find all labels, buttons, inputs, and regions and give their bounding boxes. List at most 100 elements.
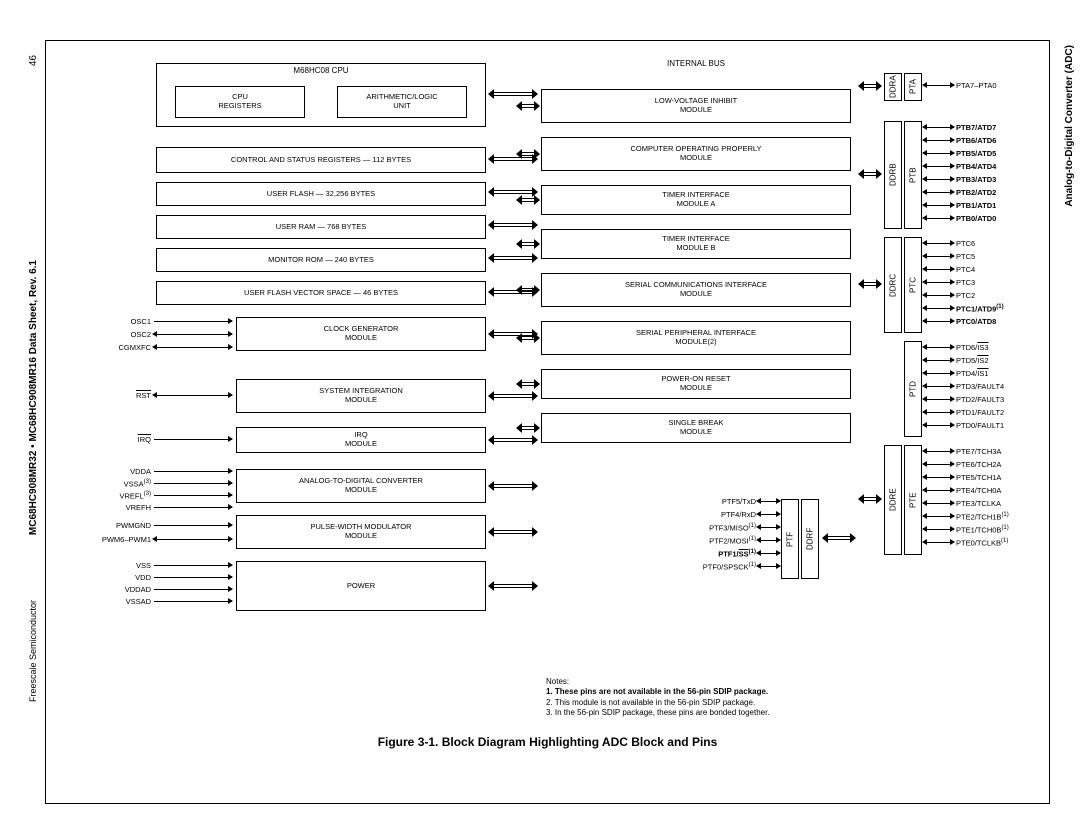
pin-vssa(3): VSSA(3) (101, 479, 151, 489)
arrowhead-icon (950, 344, 955, 350)
port-pin: PTE6/TCH2A (956, 460, 1001, 469)
note-2: 2. This module is not available in the 5… (546, 698, 770, 708)
arrowhead-icon (950, 422, 955, 428)
port-pin: PTC3 (956, 278, 975, 287)
arrowhead-icon (922, 279, 927, 285)
ptf-pin: PTF5/TxD (676, 497, 756, 506)
arrowhead-icon (950, 513, 955, 519)
pin-pwmgnd: PWMGND (101, 521, 151, 530)
arrowhead-icon (228, 331, 233, 337)
note-1: 1. These pins are not available in the 5… (546, 687, 770, 697)
user-ram-block: USER RAM — 768 BYTES (156, 215, 486, 239)
port-pin: PTB7/ATD7 (956, 123, 996, 132)
port-pin: PTD1/FAULT2 (956, 408, 1004, 417)
bus-conn-pte (858, 494, 882, 504)
arrowhead-icon (950, 396, 955, 402)
ddrf-box: DDRF (801, 499, 819, 579)
port-pin: PTB4/ATD4 (956, 162, 996, 171)
pin-arrow (154, 565, 232, 566)
arrowhead-icon (228, 522, 233, 528)
port-pin: PTB0/ATD0 (956, 214, 996, 223)
arrowhead-icon (950, 500, 955, 506)
arrowhead-icon (922, 357, 927, 363)
arrowhead-icon (950, 279, 955, 285)
bus-connector (516, 333, 540, 343)
pin-arrow (154, 539, 232, 540)
arrowhead-icon (950, 163, 955, 169)
arrowhead-icon (922, 189, 927, 195)
ptb-box: PTB (904, 121, 922, 229)
irq-module-block: IRQMODULE (236, 427, 486, 453)
ptf-pin: PTF3/MISO(1) (676, 523, 756, 533)
arrowhead-icon (922, 370, 927, 376)
ddrc-box: DDRC (884, 237, 902, 333)
pin-arrow (154, 321, 232, 322)
arrowhead-icon (776, 524, 781, 530)
arrowhead-icon (950, 82, 955, 88)
arrowhead-icon (922, 461, 927, 467)
arrowhead-icon (776, 537, 781, 543)
csr-block: CONTROL AND STATUS REGISTERS — 112 BYTES (156, 147, 486, 173)
bus-conn-ptc (858, 279, 882, 289)
arrowhead-icon (922, 124, 927, 130)
pin-arrow (154, 577, 232, 578)
pwm-block: PULSE-WIDTH MODULATORMODULE (236, 515, 486, 549)
arrowhead-icon (776, 563, 781, 569)
port-pin: PTC6 (956, 239, 975, 248)
port-pin: PTB1/ATD1 (956, 201, 996, 210)
arrowhead-icon (950, 370, 955, 376)
bus-connector (488, 220, 538, 230)
arrowhead-icon (776, 511, 781, 517)
monitor-rom-block: MONITOR ROM — 240 BYTES (156, 248, 486, 272)
arrowhead-icon (922, 474, 927, 480)
bus-conn-ptf (822, 533, 856, 543)
arrowhead-icon (756, 511, 761, 517)
ptc-box: PTC (904, 237, 922, 333)
arrowhead-icon (950, 383, 955, 389)
arrowhead-icon (922, 513, 927, 519)
arrowhead-icon (228, 318, 233, 324)
pin-vrefh: VREFH (101, 503, 151, 512)
bus-connector (488, 435, 538, 445)
arrowhead-icon (950, 292, 955, 298)
pin-arrow (154, 334, 232, 335)
arrowhead-icon (756, 537, 761, 543)
arrowhead-icon (756, 524, 761, 530)
bus-connector (488, 481, 538, 491)
arrowhead-icon (922, 240, 927, 246)
arrowhead-icon (922, 409, 927, 415)
port-pin: PTC4 (956, 265, 975, 274)
arrowhead-icon (228, 504, 233, 510)
flash-vector-block: USER FLASH VECTOR SPACE — 46 BYTES (156, 281, 486, 305)
arrowhead-icon (922, 202, 927, 208)
figure-caption: Figure 3-1. Block Diagram Highlighting A… (66, 735, 1029, 749)
arrowhead-icon (228, 574, 233, 580)
section-header: Analog-to-Digital Converter (ADC) (1064, 45, 1075, 207)
sbrk-block: SINGLE BREAKMODULE (541, 413, 851, 443)
port-pin: PTD4/IS1 (956, 369, 989, 378)
pta-box: PTA (904, 73, 922, 101)
arrowhead-icon (228, 344, 233, 350)
bus-connector (488, 527, 538, 537)
arrowhead-icon (152, 331, 157, 337)
sci-block: SERIAL COMMUNICATIONS INTERFACEMODULE (541, 273, 851, 307)
arrowhead-icon (950, 202, 955, 208)
port-pin: PTB5/ATD5 (956, 149, 996, 158)
arrowhead-icon (950, 487, 955, 493)
port-pin: PTC0/ATD8 (956, 317, 996, 326)
port-pin: PTE3/TCLKA (956, 499, 1001, 508)
pin-vss: VSS (101, 561, 151, 570)
bus-connector (516, 285, 540, 295)
ptf-pin: PTF2/MOSI(1) (676, 536, 756, 546)
note-3: 3. In the 56-pin SDIP package, these pin… (546, 708, 770, 718)
port-pin: PTE1/TCH0B(1) (956, 525, 1009, 535)
adc-block: ANALOG-TO-DIGITAL CONVERTERMODULE (236, 469, 486, 503)
port-pin: PTA7–PTA0 (956, 81, 997, 90)
bus-connector (488, 391, 538, 401)
notes-title: Notes: (546, 677, 770, 687)
timb-block: TIMER INTERFACEMODULE B (541, 229, 851, 259)
page-number: 46 (28, 55, 39, 66)
port-pin: PTE7/TCH3A (956, 447, 1001, 456)
arrowhead-icon (922, 318, 927, 324)
arrowhead-icon (152, 344, 157, 350)
